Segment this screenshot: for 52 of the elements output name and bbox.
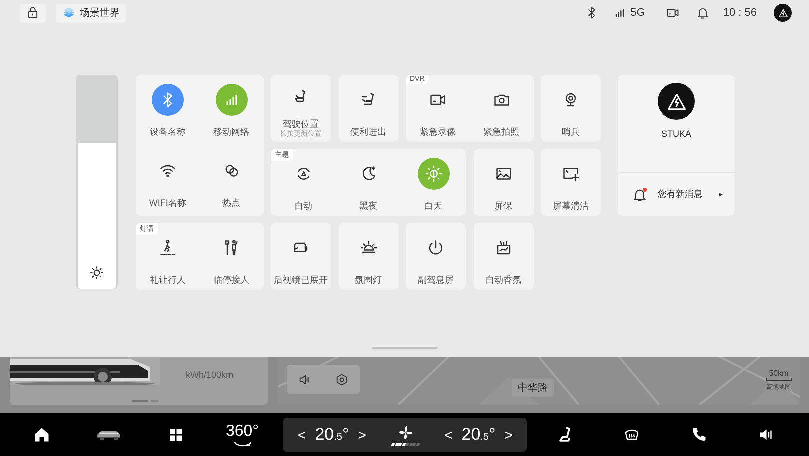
quick-setting-button[interactable]: 黑夜 — [336, 149, 401, 216]
map-scale: 50km — [769, 369, 789, 378]
drag-handle[interactable] — [372, 347, 438, 349]
power-icon — [427, 239, 445, 257]
network-type: 5G — [630, 7, 646, 19]
quick-setting-button[interactable]: 设备名称 — [136, 75, 200, 146]
temp-down-button[interactable]: < — [298, 426, 306, 442]
quick-setting-button[interactable]: 便利进出 — [338, 75, 398, 142]
quick-setting-button[interactable]: 屏幕清洁 — [541, 149, 601, 216]
road-name[interactable]: 中华路 — [512, 379, 554, 397]
layers-icon — [62, 6, 76, 20]
quick-setting-button[interactable]: 屏保 — [474, 149, 534, 216]
rotate-arrow-icon — [232, 440, 252, 446]
fan-button[interactable] — [392, 424, 419, 446]
notification-button[interactable]: 您有新消息 ▸ — [618, 173, 735, 216]
quick-setting-button[interactable]: 移动网络 — [200, 75, 264, 146]
lock-icon — [26, 6, 40, 20]
temp-up-button[interactable]: > — [504, 426, 513, 442]
image-icon — [494, 165, 512, 183]
scale-bar — [766, 378, 792, 381]
sun-icon — [89, 265, 105, 281]
profile-name: STUKA — [661, 129, 692, 139]
bell-icon — [696, 6, 710, 20]
consumption-unit: kWh/100km — [186, 370, 234, 380]
quick-setting-button[interactable]: 哨兵 — [541, 75, 601, 142]
scene-world-button[interactable]: 场景世界 — [56, 4, 126, 22]
quick-setting-button[interactable]: 后视镜已展开 — [271, 223, 331, 290]
person-icon — [222, 239, 241, 257]
avatar-icon[interactable] — [774, 4, 792, 22]
surround-view-button[interactable]: 360° — [226, 422, 260, 446]
screen-clean-icon — [562, 165, 580, 183]
quick-setting-button[interactable]: 自动香氛 — [474, 223, 534, 290]
avatar-icon[interactable] — [658, 83, 695, 120]
quick-setting-button[interactable]: 紧急拍照 — [470, 75, 534, 142]
lock-button[interactable] — [20, 4, 46, 22]
quick-setting-button[interactable]: WIFI名称 — [136, 146, 200, 216]
temp-up-button[interactable]: > — [358, 426, 366, 442]
quick-setting-button[interactable]: 白天 — [401, 149, 466, 216]
pedestrian-icon — [158, 239, 177, 257]
hexagon-button[interactable] — [334, 372, 349, 386]
video-camera-icon — [666, 6, 680, 20]
quick-setting-button[interactable]: 热点 — [200, 146, 264, 216]
speaker-button[interactable] — [298, 372, 312, 386]
quick-setting-button[interactable]: 氛围灯 — [338, 223, 398, 290]
fan-icon — [396, 424, 414, 442]
fragrance-icon — [494, 239, 512, 257]
clock: 10 : 56 — [723, 7, 757, 19]
brightness-slider[interactable] — [76, 75, 118, 289]
quick-setting-button[interactable]: 副驾息屏 — [406, 223, 466, 290]
quick-setting-button[interactable]: 临停接人 — [200, 223, 264, 290]
temp-down-button[interactable]: < — [444, 426, 453, 442]
home-button[interactable] — [32, 426, 50, 444]
